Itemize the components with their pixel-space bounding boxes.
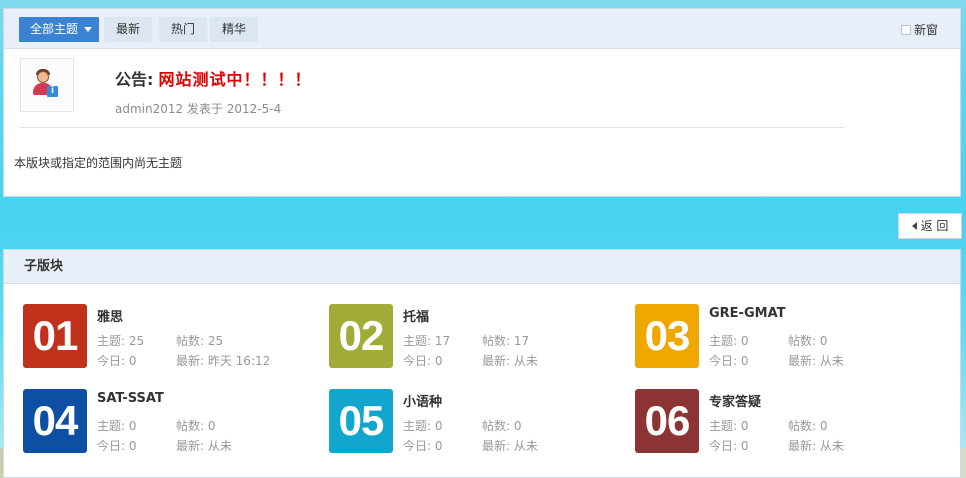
subforum-header: 子版块 <box>4 250 960 284</box>
forum-number-icon[interactable]: 04 <box>23 389 87 453</box>
forum-topics: 主题: 25 <box>97 334 145 348</box>
forum-posts: 帖数: 25 <box>176 334 224 348</box>
forum-posts: 帖数: 0 <box>176 419 216 433</box>
subforum-panel: 子版块 01 雅思 主题: 25 帖数: 25 今日: 0 最新: 昨天 16:… <box>3 249 961 478</box>
chevron-down-icon <box>84 27 93 32</box>
forum-name[interactable]: 小语种 <box>403 391 442 410</box>
avatar[interactable]: i <box>20 58 74 112</box>
forum-number-icon[interactable]: 01 <box>23 304 87 368</box>
forum-name[interactable]: SAT-SSAT <box>97 391 164 406</box>
back-button[interactable]: 返 回 <box>898 213 962 239</box>
forum-today: 今日: 0 <box>709 439 749 453</box>
forum-posts: 帖数: 0 <box>788 419 828 433</box>
forum-latest: 最新: 从未 <box>482 439 538 453</box>
announcement-title[interactable]: 公告: 网站测试中！！！！ <box>115 66 312 90</box>
forum-posts: 帖数: 0 <box>788 334 828 348</box>
forum-posts: 帖数: 0 <box>482 419 522 433</box>
forum-latest: 最新: 昨天 16:12 <box>176 354 271 368</box>
forum-number-icon[interactable]: 05 <box>329 389 393 453</box>
user-head-icon <box>37 71 49 83</box>
forum-topics: 主题: 0 <box>709 334 749 348</box>
subforum-item: 02 托福 主题: 17 帖数: 17 今日: 0 最新: 从未 <box>329 304 629 370</box>
new-window-toggle[interactable]: 新窗 <box>900 21 938 38</box>
forum-today: 今日: 0 <box>403 354 443 368</box>
subforum-item: 03 GRE-GMAT 主题: 0 帖数: 0 今日: 0 最新: 从未 <box>635 304 935 370</box>
announcement-label: 公告: <box>115 70 154 89</box>
filter-bar: 全部主题 最新 热门 精华 新窗 <box>4 9 960 49</box>
forum-topics: 主题: 0 <box>709 419 749 433</box>
forum-latest: 最新: 从未 <box>788 354 844 368</box>
digest-button[interactable]: 精华 <box>210 17 259 42</box>
forum-today: 今日: 0 <box>403 439 443 453</box>
forum-name[interactable]: 托福 <box>403 306 429 325</box>
forum-name[interactable]: 雅思 <box>97 306 123 325</box>
all-topics-button[interactable]: 全部主题 <box>19 17 99 42</box>
subforum-item: 01 雅思 主题: 25 帖数: 25 今日: 0 最新: 昨天 16:12 <box>23 304 323 370</box>
empty-message: 本版块或指定的范围内尚无主题 <box>14 156 183 170</box>
forum-topics: 主题: 0 <box>403 419 443 433</box>
forum-latest: 最新: 从未 <box>176 439 232 453</box>
subforum-item: 04 SAT-SSAT 主题: 0 帖数: 0 今日: 0 最新: 从未 <box>23 389 323 455</box>
latest-button[interactable]: 最新 <box>104 17 153 42</box>
forum-topics: 主题: 0 <box>97 419 137 433</box>
forum-name[interactable]: GRE-GMAT <box>709 306 785 321</box>
new-window-checkbox[interactable] <box>900 25 911 35</box>
announcement-message[interactable]: 网站测试中！！！！ <box>159 70 312 89</box>
back-label: 返 回 <box>920 219 949 233</box>
forum-number-icon[interactable]: 03 <box>635 304 699 368</box>
new-window-label: 新窗 <box>913 23 938 37</box>
forum-latest: 最新: 从未 <box>788 439 844 453</box>
hot-button[interactable]: 热门 <box>159 17 208 42</box>
info-icon: i <box>47 86 58 97</box>
forum-today: 今日: 0 <box>97 439 137 453</box>
announcement: i 公告: 网站测试中！！！！ admin2012 发表于 2012-5-4 <box>20 58 844 128</box>
thread-list-panel: 全部主题 最新 热门 精华 新窗 i 公告: 网站测试中！！！！ admin20… <box>3 8 961 197</box>
forum-topics: 主题: 17 <box>403 334 451 348</box>
subforum-item: 06 专家答疑 主题: 0 帖数: 0 今日: 0 最新: 从未 <box>635 389 935 455</box>
forum-number-icon[interactable]: 06 <box>635 389 699 453</box>
forum-name[interactable]: 专家答疑 <box>709 391 761 410</box>
forum-today: 今日: 0 <box>709 354 749 368</box>
all-topics-label: 全部主题 <box>30 22 79 36</box>
announcement-meta: admin2012 发表于 2012-5-4 <box>115 102 282 116</box>
forum-today: 今日: 0 <box>97 354 137 368</box>
subforum-item: 05 小语种 主题: 0 帖数: 0 今日: 0 最新: 从未 <box>329 389 629 455</box>
forum-number-icon[interactable]: 02 <box>329 304 393 368</box>
triangle-left-icon <box>911 222 917 230</box>
forum-latest: 最新: 从未 <box>482 354 538 368</box>
forum-posts: 帖数: 17 <box>482 334 530 348</box>
